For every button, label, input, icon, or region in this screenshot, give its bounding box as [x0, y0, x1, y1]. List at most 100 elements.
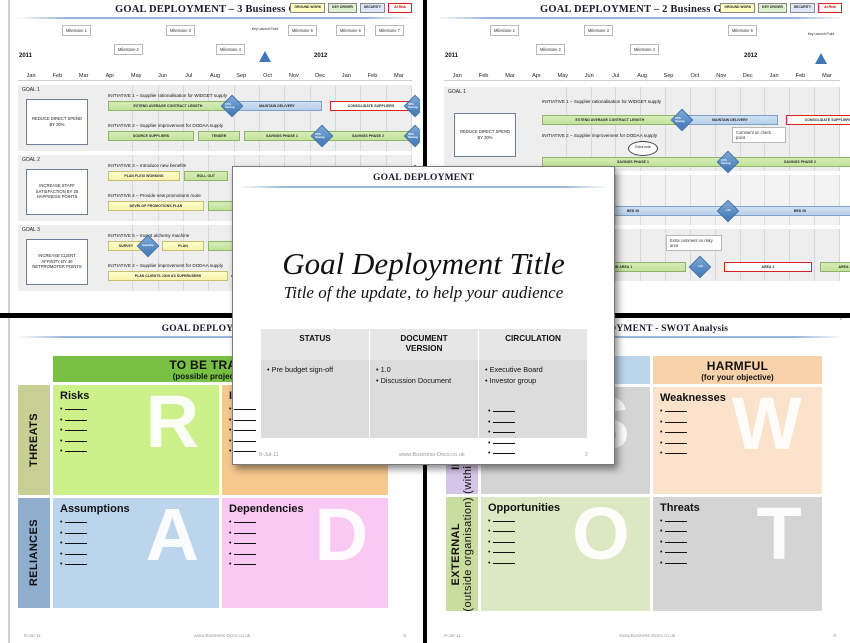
table-cell-circulation[interactable]: • Executive Board • Investor group: [479, 359, 588, 438]
bullet-line[interactable]: [660, 419, 822, 426]
raid-quadrant-risks[interactable]: Risks R: [53, 385, 219, 495]
milestone-diamond[interactable]: 30% Saving: [403, 124, 420, 147]
gantt-bar[interactable]: ROLL OUT: [184, 170, 228, 181]
milestone-callout[interactable]: Milestone 2: [536, 43, 565, 55]
gantt-bar[interactable]: CONSOLIDATE SUPPLIERS: [786, 114, 850, 125]
milestone-callout[interactable]: Milestone 3: [166, 24, 195, 36]
milestone-diamond[interactable]: 15% Saving: [670, 108, 694, 131]
bullet-line[interactable]: [60, 561, 219, 568]
raid-quadrant-dependencies[interactable]: Dependencies D: [222, 498, 388, 608]
gantt-bar[interactable]: BED IN: [730, 205, 850, 216]
bullet-line[interactable]: [488, 560, 650, 567]
legend-badge-ground-work[interactable]: GROUND WORK: [720, 3, 756, 13]
bullet-line[interactable]: [60, 427, 219, 434]
gantt-bar[interactable]: PLAN FLEXI WORKING: [108, 170, 180, 181]
bullet-line[interactable]: [60, 530, 219, 537]
bullet-line[interactable]: [488, 528, 650, 535]
goal-objective-box[interactable]: INCREASE STAFF SATISFACTION BY 25 HAPPIN…: [26, 168, 88, 215]
annotation-extra-note[interactable]: Extra note: [628, 140, 658, 156]
milestone-callout[interactable]: Milestone 1: [490, 24, 519, 36]
bullet-line[interactable]: [488, 549, 650, 556]
milestone-callout[interactable]: Milestone 4: [216, 43, 245, 55]
bullet-line[interactable]: [229, 530, 388, 537]
bullet-line[interactable]: [660, 450, 822, 457]
bullet-line[interactable]: [229, 448, 388, 455]
bullet-line[interactable]: [229, 438, 388, 445]
goal-objective-box[interactable]: REDUCE DIRECT SPEND BY 30%: [26, 98, 88, 145]
swot-quadrant-weaknesses[interactable]: Weaknesses W: [653, 387, 822, 494]
bullet-line[interactable]: [660, 518, 822, 525]
bullet-line[interactable]: [660, 408, 822, 415]
annotation-extra-comment-risky-area[interactable]: Extra comment on risky area: [666, 234, 722, 251]
milestone-callout[interactable]: Milestone 2: [114, 43, 143, 55]
gantt-bar[interactable]: MAINTAIN DELIVERY: [682, 114, 778, 125]
legend-badge-key-driver[interactable]: KEY DRIVER: [328, 3, 357, 13]
milestone-diamond[interactable]: 15% Saving: [716, 150, 740, 173]
gantt-bar[interactable]: DEVELOP PROMOTIONS PLAN: [108, 200, 204, 211]
milestone-diamond[interactable]: 30% Saving: [403, 94, 420, 117]
swot-quadrant-opportunities[interactable]: Opportunities O: [481, 496, 650, 612]
bullet-line[interactable]: [488, 518, 650, 525]
legend-badge-at-risk[interactable]: At Risk: [388, 3, 412, 13]
bullet-line[interactable]: [229, 406, 388, 413]
milestone-diamond[interactable]: 15% Saving: [310, 124, 334, 147]
milestone-callout[interactable]: Milestone 1: [62, 24, 91, 36]
bullet-line[interactable]: [229, 551, 388, 558]
milestone-callout[interactable]: Milestone 5: [288, 24, 317, 36]
milestone-callout[interactable]: Milestone 7: [375, 24, 404, 36]
bullet-line[interactable]: [229, 427, 388, 434]
bullet-line[interactable]: [60, 551, 219, 558]
bullet-line[interactable]: [60, 438, 219, 445]
gantt-bar[interactable]: SAVINGS PHASE 1: [542, 156, 724, 167]
milestone-callout[interactable]: Milestone 3: [584, 24, 613, 36]
bullet-line[interactable]: [60, 417, 219, 424]
bullet-line[interactable]: [60, 519, 219, 526]
table-cell-status[interactable]: • Pre budget sign-off: [261, 359, 370, 438]
milestone-diamond[interactable]: +10: [688, 255, 712, 278]
milestone-diamond[interactable]: baseline: [136, 234, 160, 257]
milestone-callout[interactable]: Milestone 5: [728, 24, 757, 36]
bullet-line[interactable]: [660, 429, 822, 436]
gantt-bar[interactable]: SAVINGS PHASE 2: [324, 130, 412, 141]
milestone-callout[interactable]: Milestone 4: [630, 43, 659, 55]
legend-badge-security[interactable]: SECURITY: [359, 3, 385, 13]
legend-badge-ground-work[interactable]: GROUND WORK: [290, 3, 326, 13]
gantt-bar[interactable]: CONSOLIDATE SUPPLIERS: [330, 100, 412, 111]
legend-badge-security[interactable]: SECURITY: [789, 3, 815, 13]
bullet-line[interactable]: [660, 560, 822, 567]
gantt-bar[interactable]: EXTEND AVERAGE CONTRACT LENGTH: [108, 100, 228, 111]
raid-quadrant-assumptions[interactable]: Assumptions A: [53, 498, 219, 608]
gantt-bar[interactable]: AREA 2: [724, 261, 812, 272]
milestone-callout[interactable]: Milestone 6: [336, 24, 365, 36]
goal-objective-box[interactable]: INCREASE CLIENT AFFINITY BY 30 NETPROMOT…: [26, 238, 88, 285]
bullet-line[interactable]: [660, 440, 822, 447]
gantt-bar[interactable]: TENDER: [198, 130, 240, 141]
gantt-bar[interactable]: SAVINGS PHASE 1: [244, 130, 320, 141]
gantt-bar[interactable]: MAINTAIN DELIVERY: [232, 100, 322, 111]
bullet-line[interactable]: [660, 549, 822, 556]
bullet-line[interactable]: [488, 419, 650, 426]
bullet-line[interactable]: [488, 539, 650, 546]
swot-quadrant-threats[interactable]: Threats T: [653, 496, 822, 612]
table-cell-document-version[interactable]: • 1.0 • Discussion Document: [370, 359, 479, 438]
bullet-line[interactable]: [229, 417, 388, 424]
bullet-line[interactable]: [229, 519, 388, 526]
goal-objective-box[interactable]: REDUCE DIRECT SPEND BY 30%: [454, 112, 516, 157]
bullet-line[interactable]: [60, 406, 219, 413]
gantt-bar[interactable]: EXTEND AVERAGE CONTRACT LENGTH: [542, 114, 678, 125]
bullet-line[interactable]: [60, 540, 219, 547]
bullet-line[interactable]: [660, 528, 822, 535]
annotation-comment-check-point[interactable]: Comment on check point.: [732, 126, 786, 143]
gantt-bar[interactable]: PLAN: [162, 240, 204, 251]
bullet-line[interactable]: [488, 440, 650, 447]
bullet-line[interactable]: [60, 448, 219, 455]
gantt-bar[interactable]: AREA 3: [820, 261, 850, 272]
gantt-bar[interactable]: SAVINGS PHASE 2: [730, 156, 850, 167]
legend-badge-at-risk[interactable]: At Risk: [818, 3, 842, 13]
legend-badge-key-driver[interactable]: KEY DRIVER: [758, 3, 787, 13]
milestone-diamond[interactable]: 15% Saving: [220, 94, 244, 117]
bullet-line[interactable]: [229, 540, 388, 547]
bullet-line[interactable]: [488, 408, 650, 415]
bullet-line[interactable]: [488, 429, 650, 436]
bullet-line[interactable]: [488, 450, 650, 457]
